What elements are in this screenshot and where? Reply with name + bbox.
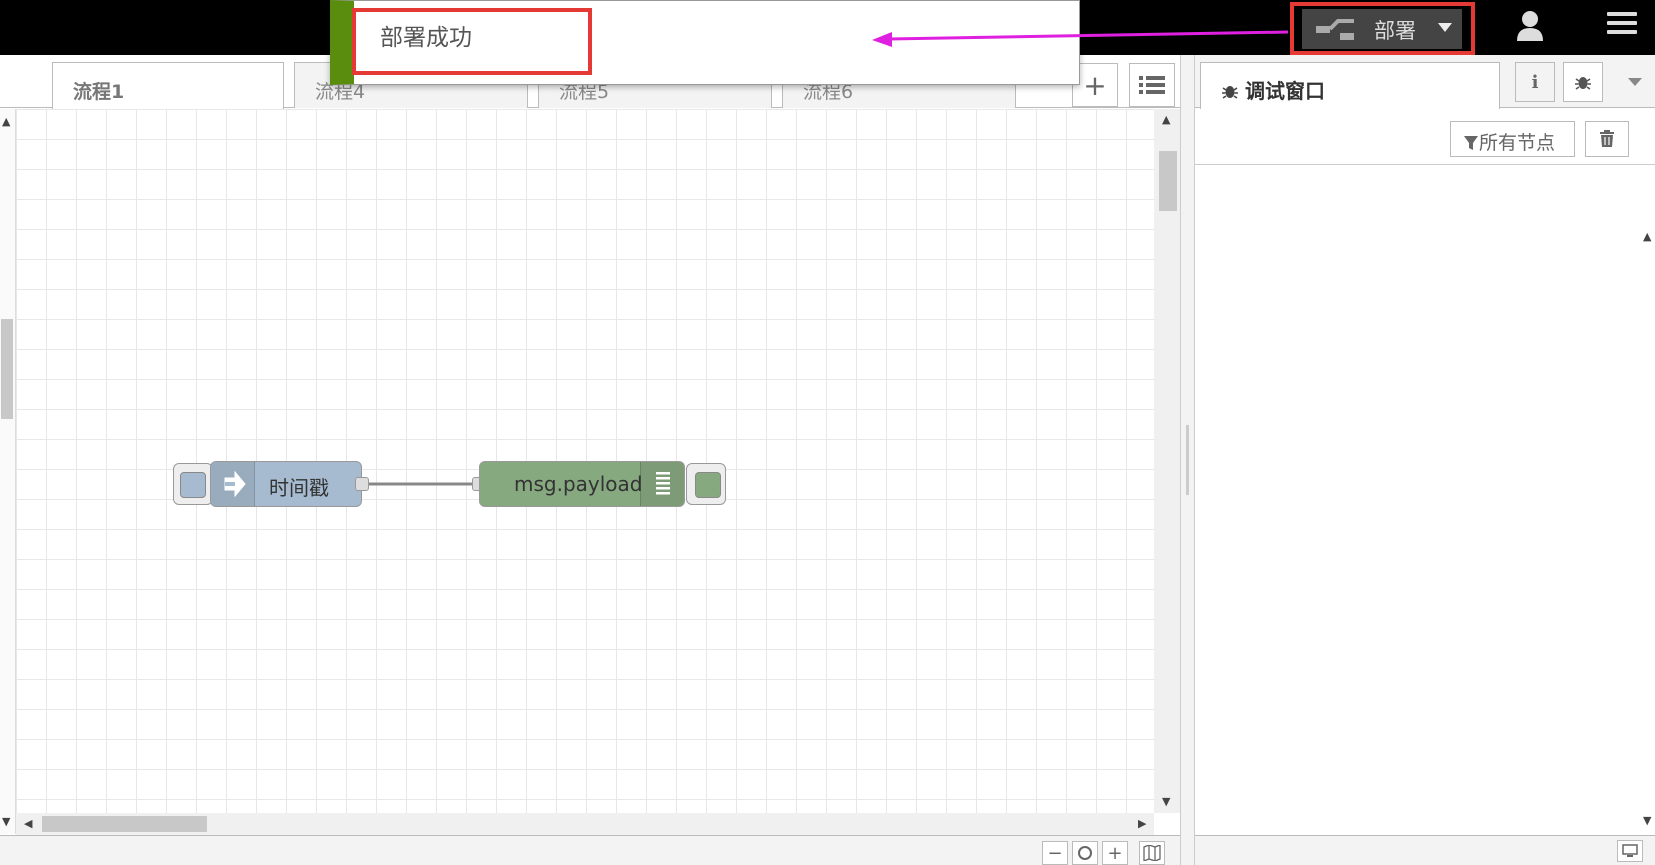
sidebar-tabs: 调试窗口 i — [1195, 55, 1655, 109]
filter-icon — [1464, 136, 1478, 150]
tab-debug[interactable]: 调试窗口 — [1200, 62, 1500, 109]
tab-flow-1[interactable]: 流程1 — [52, 62, 284, 109]
scroll-up-arrow[interactable]: ▲ — [1643, 230, 1651, 243]
sidebar-splitter[interactable] — [1180, 55, 1195, 865]
tab-label: 流程1 — [73, 81, 125, 103]
filter-nodes-button[interactable]: 所有节点 — [1450, 121, 1575, 157]
inject-button[interactable] — [173, 463, 213, 505]
scroll-down-arrow[interactable]: ▼ — [1162, 795, 1170, 808]
monitor-icon — [1622, 844, 1638, 857]
inject-output-port[interactable] — [355, 477, 369, 491]
user-icon[interactable] — [1515, 10, 1545, 42]
zoom-out-button[interactable]: − — [1042, 841, 1068, 865]
zoom-in-button[interactable]: + — [1102, 841, 1128, 865]
scroll-right-arrow[interactable]: ▶ — [1138, 817, 1146, 830]
scroll-up-arrow[interactable]: ▲ — [2, 115, 10, 128]
annotation-arrow — [872, 30, 1289, 47]
sidebar-menu-button[interactable] — [1615, 62, 1655, 102]
tab-list-button[interactable] — [1129, 63, 1175, 107]
zoom-reset-button[interactable] — [1072, 841, 1098, 865]
sidebar: 调试窗口 i 所有节点 ▲ ▼ — [1195, 55, 1655, 865]
debug-toolbar: 所有节点 — [1195, 109, 1655, 165]
inject-icon-area — [211, 462, 255, 506]
debug-icon-area — [640, 462, 684, 506]
arrow-right-icon — [224, 470, 246, 498]
workspace-footer: − + — [0, 835, 1180, 865]
canvas-vertical-scrollbar[interactable]: ▲ ▼ — [1154, 109, 1180, 813]
horizontal-scroll-thumb[interactable] — [42, 816, 207, 832]
plus-icon: + — [1083, 68, 1107, 102]
splitter-grip[interactable] — [1186, 425, 1189, 495]
navigator-button[interactable] — [1139, 841, 1165, 865]
map-icon — [1143, 845, 1161, 861]
debug-tab-label: 调试窗口 — [1245, 79, 1325, 103]
debug-list-icon — [656, 472, 670, 495]
info-tab-button[interactable]: i — [1515, 62, 1555, 102]
inject-trigger[interactable] — [180, 472, 206, 498]
debug-toggle-button[interactable] — [686, 463, 726, 505]
debug-node-label: msg.payload — [514, 472, 643, 496]
scroll-down-arrow[interactable]: ▼ — [2, 815, 10, 828]
canvas-horizontal-scrollbar[interactable]: ◀ ▶ — [16, 813, 1154, 835]
deploy-highlight-box — [1290, 2, 1475, 55]
debug-message-list: ▲ ▼ — [1195, 166, 1655, 835]
debug-node[interactable]: msg.payload — [479, 461, 685, 507]
sidebar-footer — [1195, 835, 1655, 865]
filter-label: 所有节点 — [1479, 132, 1556, 154]
scroll-up-arrow[interactable]: ▲ — [1162, 113, 1170, 126]
debug-tab-button[interactable] — [1563, 62, 1603, 102]
circle-icon — [1078, 846, 1092, 860]
debug-toggle[interactable] — [695, 472, 721, 498]
popout-button[interactable] — [1617, 840, 1643, 862]
left-scroll-strip: ▲ ▼ — [0, 109, 16, 834]
inject-node-label: 时间戳 — [269, 476, 329, 500]
vertical-scroll-thumb[interactable] — [1159, 151, 1177, 211]
flow-canvas[interactable]: 时间戳 msg.payload — [16, 109, 1154, 813]
trash-icon — [1600, 130, 1614, 147]
node-red-editor: 部署 流程1 流程4 流程5 流程6 + 部署成功 ▲ ▼ 时间戳 msg.pa… — [0, 0, 1655, 865]
minus-icon: − — [1047, 842, 1063, 864]
menu-icon[interactable] — [1607, 12, 1637, 38]
plus-icon: + — [1107, 842, 1123, 864]
info-icon: i — [1531, 71, 1539, 93]
inject-node[interactable]: 时间戳 — [210, 461, 362, 507]
caret-down-icon — [1628, 78, 1642, 86]
bug-icon — [1222, 86, 1238, 99]
left-scroll-thumb[interactable] — [1, 319, 13, 419]
clear-log-button[interactable] — [1585, 121, 1629, 157]
list-icon — [1139, 76, 1165, 94]
scroll-down-arrow[interactable]: ▼ — [1643, 814, 1651, 827]
scroll-left-arrow[interactable]: ◀ — [24, 817, 32, 830]
bug-icon — [1575, 77, 1591, 90]
notification-highlight-box — [352, 8, 592, 75]
